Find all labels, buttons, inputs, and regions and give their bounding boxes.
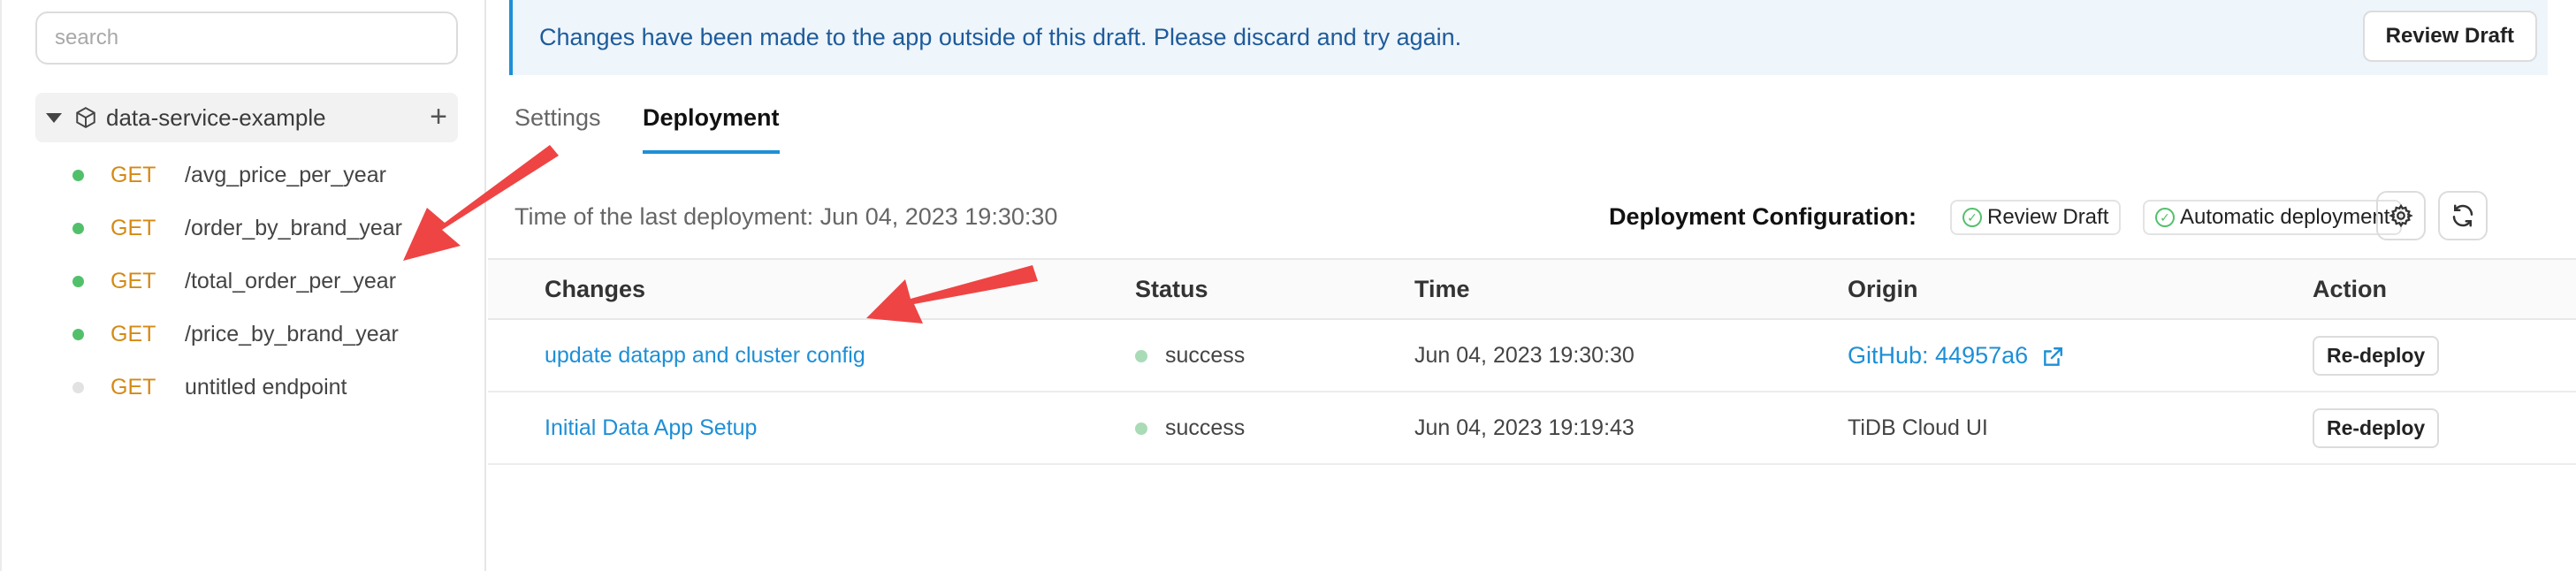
check-icon: ✓ <box>2155 208 2175 227</box>
status-dot-icon <box>1135 422 1147 435</box>
origin-text: TiDB Cloud UI <box>1848 415 1988 440</box>
endpoint-method: GET <box>111 215 156 240</box>
table-header-row: Changes Status Time Origin Action <box>488 258 2576 320</box>
table-row: update datapp and cluster config success… <box>488 319 2576 392</box>
deploy-time: Jun 04, 2023 19:30:30 <box>1414 342 1635 368</box>
endpoint-item[interactable]: GET untitled endpoint <box>72 369 347 405</box>
endpoint-method: GET <box>111 162 156 187</box>
endpoint-method: GET <box>111 321 156 346</box>
change-link[interactable]: Initial Data App Setup <box>545 415 757 440</box>
status-dot-icon <box>72 275 84 287</box>
endpoint-path: /order_by_brand_year <box>185 215 402 240</box>
column-header: Time <box>1414 258 1848 320</box>
banner-message: Changes have been made to the app outsid… <box>539 24 1462 50</box>
check-icon: ✓ <box>1962 208 1982 227</box>
endpoint-path: untitled endpoint <box>185 374 347 400</box>
endpoint-method: GET <box>111 374 156 400</box>
deployments-table: Changes Status Time Origin Action update… <box>488 258 2576 465</box>
search-input[interactable]: search <box>35 11 458 65</box>
chip-label: Automatic deployment <box>2180 205 2390 229</box>
status-text: success <box>1165 342 1246 368</box>
tab-settings[interactable]: Settings <box>514 104 601 154</box>
redeploy-button[interactable]: Re-deploy <box>2313 335 2440 376</box>
cube-icon <box>76 107 95 128</box>
deployment-config-label: Deployment Configuration: <box>1609 203 1917 230</box>
endpoint-item[interactable]: GET /total_order_per_year <box>72 263 396 299</box>
warning-banner: Changes have been made to the app outsid… <box>509 0 2548 75</box>
endpoint-path: /avg_price_per_year <box>185 162 386 187</box>
endpoint-item[interactable]: GET /order_by_brand_year <box>72 210 402 246</box>
refresh-icon <box>2452 204 2473 227</box>
column-header: Status <box>1135 258 1414 320</box>
endpoint-path: /price_by_brand_year <box>185 321 399 346</box>
review-draft-button[interactable]: Review Draft <box>2362 11 2537 62</box>
endpoint-method: GET <box>111 268 156 293</box>
status-dot-icon <box>72 169 84 181</box>
status-dot-icon <box>72 222 84 234</box>
tab-deployment[interactable]: Deployment <box>643 104 780 154</box>
status-text: success <box>1165 415 1246 440</box>
endpoint-item[interactable]: GET /price_by_brand_year <box>72 316 399 352</box>
table-row: Initial Data App Setup success Jun 04, 2… <box>488 392 2576 465</box>
origin-link[interactable]: GitHub: 44957a6 <box>1848 342 2028 369</box>
column-header: Action <box>2313 258 2576 320</box>
redeploy-button[interactable]: Re-deploy <box>2313 407 2440 448</box>
review-draft-chip: ✓ Review Draft <box>1950 200 2122 235</box>
column-header: Changes <box>488 258 1135 320</box>
external-link-icon[interactable] <box>2041 346 2064 369</box>
main-panel: Changes have been made to the app outsid… <box>488 0 2576 571</box>
automatic-deployment-chip: ✓ Automatic deployment <box>2143 200 2403 235</box>
status-dot-icon <box>1135 349 1147 362</box>
settings-button[interactable] <box>2376 191 2426 240</box>
status-dot-icon <box>72 381 84 393</box>
last-deployment-time: Time of the last deployment: Jun 04, 202… <box>514 203 1058 230</box>
deploy-time: Jun 04, 2023 19:19:43 <box>1414 415 1635 440</box>
chip-label: Review Draft <box>1987 205 2109 229</box>
endpoint-item[interactable]: GET /avg_price_per_year <box>72 157 386 193</box>
change-link[interactable]: update datapp and cluster config <box>545 343 865 368</box>
refresh-button[interactable] <box>2438 191 2488 240</box>
column-header: Origin <box>1848 258 2313 320</box>
endpoint-path: /total_order_per_year <box>185 268 397 293</box>
gear-icon <box>2389 203 2413 228</box>
project-name: data-service-example <box>106 103 326 131</box>
sidebar: search data-service-example + GET /avg_p… <box>0 0 486 571</box>
add-endpoint-button[interactable]: + <box>430 102 447 132</box>
project-row[interactable]: data-service-example + <box>35 93 458 142</box>
status-dot-icon <box>72 328 84 340</box>
caret-down-icon[interactable] <box>46 112 62 123</box>
